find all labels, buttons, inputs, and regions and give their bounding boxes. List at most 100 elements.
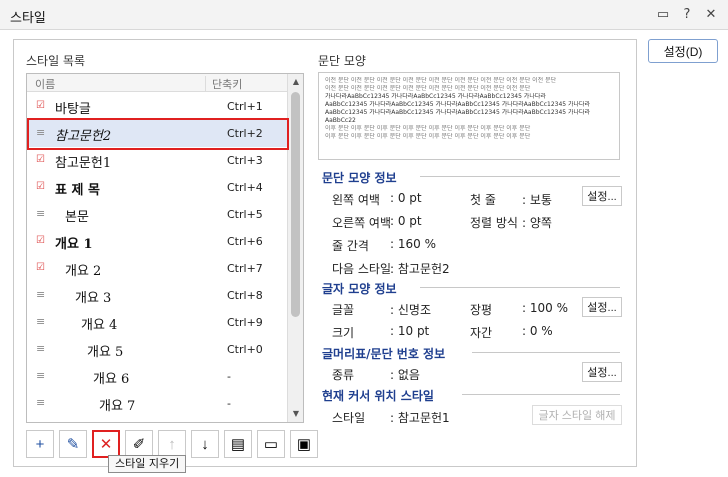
scroll-thumb[interactable] xyxy=(291,92,300,317)
section-divider xyxy=(462,394,620,395)
section-divider xyxy=(420,176,620,177)
style-list-row[interactable]: ☑ 참고문헌1 Ctrl+3 xyxy=(27,147,287,174)
style-name: 개요 4 xyxy=(81,318,118,333)
size-value: : 10 pt xyxy=(390,324,430,338)
style-list-row[interactable]: ≡ 개요 6 - xyxy=(27,363,287,390)
style-name: 개요 1 xyxy=(55,237,93,252)
numbering-info-title: 글머리표/문단 번호 정보 xyxy=(322,347,446,361)
section-divider xyxy=(472,352,620,353)
style-list-row[interactable]: ≡ 개요 4 Ctrl+9 xyxy=(27,309,287,336)
lines-icon: ≡ xyxy=(36,342,46,355)
save-button[interactable]: ▣ xyxy=(290,430,318,458)
preview-line: 이후 문단 이후 문단 이후 문단 이후 문단 이후 문단 이후 문단 이후 문… xyxy=(325,133,531,140)
lines-icon: ≡ xyxy=(36,396,46,409)
style-list-row[interactable]: ☑ 개요 1 Ctrl+6 xyxy=(27,228,287,255)
para-info-title: 문단 모양 정보 xyxy=(322,171,397,185)
import-button[interactable]: ▤ xyxy=(224,430,252,458)
style-list-scrollbar[interactable]: ▲ ▼ xyxy=(287,74,303,422)
section-divider xyxy=(420,287,620,288)
para-settings-button[interactable]: 설정... xyxy=(582,186,622,206)
comment-icon[interactable]: ▭ xyxy=(654,5,672,23)
first-line-label: 첫 줄 xyxy=(470,193,496,207)
size-label: 크기 xyxy=(332,326,355,340)
style-list-row[interactable]: ☑ 표 제 목 Ctrl+4 xyxy=(27,174,287,201)
style-shortcut: Ctrl+8 xyxy=(227,289,263,302)
scroll-down-icon[interactable]: ▼ xyxy=(290,408,302,420)
style-name: 개요 2 xyxy=(65,264,102,279)
style-name: 개요 3 xyxy=(75,291,112,306)
left-margin-value: : 0 pt xyxy=(390,191,422,205)
numbering-settings-button[interactable]: 설정... xyxy=(582,362,622,382)
numbering-kind-value: : 없음 xyxy=(390,368,420,382)
style-list-row[interactable]: ≡ 개요 5 Ctrl+0 xyxy=(27,336,287,363)
add-style-button[interactable]: + xyxy=(26,430,54,458)
right-margin-label: 오른쪽 여백 xyxy=(332,216,392,230)
edit-style-button[interactable]: ✎ xyxy=(59,430,87,458)
style-shortcut: Ctrl+9 xyxy=(227,316,263,329)
numbering-kind-label: 종류 xyxy=(332,368,355,382)
style-shortcut: Ctrl+4 xyxy=(227,181,263,194)
cursor-style-title: 현재 커서 위치 스타일 xyxy=(322,389,434,403)
style-list-row[interactable]: ≡ 본문 Ctrl+5 xyxy=(27,201,287,228)
check-icon: ☑ xyxy=(36,100,45,111)
char-settings-button[interactable]: 설정... xyxy=(582,297,622,317)
delete-style-button[interactable]: ✕ xyxy=(92,430,120,458)
style-list-row[interactable]: ☑ 바탕글 Ctrl+1 xyxy=(27,93,287,120)
preview-line: AaBbCc12345 가나다라AaBbCc12345 가나다라AaBbCc12… xyxy=(325,109,591,116)
lines-icon: ≡ xyxy=(36,315,46,328)
preview-line: 가나다라AaBbCc12345 가나다라AaBbCc12345 가나다라AaBb… xyxy=(325,93,546,100)
close-icon[interactable]: ✕ xyxy=(702,5,720,23)
align-value: : 양쪽 xyxy=(522,216,552,230)
style-shortcut: Ctrl+0 xyxy=(227,343,263,356)
open-folder-button[interactable]: ▭ xyxy=(257,430,285,458)
check-icon: ☑ xyxy=(36,154,45,165)
style-list-row[interactable]: ☑ 개요 2 Ctrl+7 xyxy=(27,255,287,282)
move-up-button[interactable]: ↑ xyxy=(158,430,186,458)
edit-all-button[interactable]: ✐ xyxy=(125,430,153,458)
lines-icon: ≡ xyxy=(36,207,46,220)
clear-char-style-button[interactable]: 글자 스타일 해제 xyxy=(532,405,622,425)
font-label: 글꼴 xyxy=(332,303,355,317)
preview-title: 문단 모양 xyxy=(318,54,366,68)
align-label: 정렬 방식 xyxy=(470,216,518,230)
help-icon[interactable]: ? xyxy=(678,5,696,23)
selected-row-highlight xyxy=(27,118,289,150)
next-style-label: 다음 스타일 xyxy=(332,262,392,276)
title-bar: 스타일 ▭ ? ✕ xyxy=(0,0,728,30)
move-down-icon: ↓ xyxy=(201,435,209,453)
save-icon: ▣ xyxy=(296,436,312,453)
delete-style-icon: ✕ xyxy=(99,436,113,453)
column-key-header: 단축키 xyxy=(205,76,242,92)
move-down-button[interactable]: ↓ xyxy=(191,430,219,458)
style-shortcut: Ctrl+7 xyxy=(227,262,263,275)
check-icon: ☑ xyxy=(36,181,45,192)
tooltip: 스타일 지우기 xyxy=(108,455,187,473)
settings-button[interactable]: 설정(D) xyxy=(648,39,718,63)
style-list-header: 이름 단축키 xyxy=(27,74,287,92)
style-name: 바탕글 xyxy=(55,102,91,117)
preview-line: 이후 문단 이후 문단 이후 문단 이후 문단 이후 문단 이후 문단 이후 문… xyxy=(325,125,531,132)
style-name: 개요 5 xyxy=(87,345,124,360)
edit-style-icon: ✎ xyxy=(66,436,80,453)
line-spacing-value: : 160 % xyxy=(390,237,436,251)
ratio-label: 장평 xyxy=(470,303,493,317)
style-name: 개요 6 xyxy=(93,372,130,387)
import-icon: ▤ xyxy=(230,436,246,453)
move-up-icon: ↑ xyxy=(168,435,176,453)
style-shortcut: Ctrl+3 xyxy=(227,154,263,167)
lines-icon: ≡ xyxy=(36,369,46,382)
window-title: 스타일 xyxy=(10,11,46,26)
column-name-header: 이름 xyxy=(35,78,56,91)
edit-all-icon: ✐ xyxy=(132,436,146,453)
ratio-value: : 100 % xyxy=(522,301,568,315)
cursor-style-value: : 참고문헌1 xyxy=(390,411,450,425)
scroll-up-icon[interactable]: ▲ xyxy=(290,76,302,88)
style-list-row[interactable]: ≡ 개요 3 Ctrl+8 xyxy=(27,282,287,309)
first-line-value: : 보통 xyxy=(522,193,552,207)
style-toolbar: + ✎ ✕ ✐ ↑ ↓ ▤ ▭ ▣ xyxy=(26,430,318,458)
style-list-row[interactable]: ≡ 개요 7 - xyxy=(27,390,287,417)
preview-line: 이전 문단 이전 문단 이전 문단 이전 문단 이전 문단 이전 문단 이전 문… xyxy=(325,85,531,92)
preview-line: AaBbCc12345 가나다라AaBbCc12345 가나다라AaBbCc12… xyxy=(325,101,591,108)
spacing-value: : 0 % xyxy=(522,324,553,338)
style-shortcut: Ctrl+6 xyxy=(227,235,263,248)
